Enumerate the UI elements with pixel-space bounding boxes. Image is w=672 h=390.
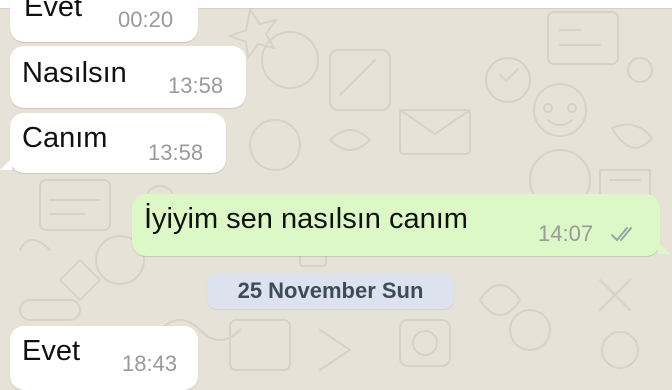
message-time: 00:20 (118, 7, 174, 32)
double-check-icon (611, 227, 632, 241)
message-time: 13:58 (148, 140, 204, 165)
message-text: Evet (24, 0, 83, 23)
message-bubble-incoming[interactable]: Evet 18:43 (10, 326, 198, 390)
message-time: 18:43 (122, 351, 178, 376)
date-separator-label: 25 November Sun (237, 278, 424, 303)
message-text: İyiyim sen nasılsın canım (144, 203, 468, 235)
message-bubble-incoming[interactable]: Nasılsın 13:58 (10, 46, 246, 108)
message-bubble-incoming[interactable]: Canım 13:58 (10, 113, 226, 173)
date-separator: 25 November Sun (207, 273, 454, 309)
message-time: 13:58 (168, 73, 224, 98)
bubble-tail-icon (658, 242, 670, 254)
message-bubble-incoming[interactable]: Evet 00:20 (10, 0, 198, 42)
message-text: Evet (22, 335, 81, 367)
bubble-tail-icon (0, 158, 12, 170)
message-time: 14:07 (538, 221, 594, 246)
message-bubble-outgoing[interactable]: İyiyim sen nasılsın canım 14:07 (132, 194, 660, 256)
message-text: Nasılsın (22, 57, 127, 89)
message-text: Canım (22, 122, 108, 154)
